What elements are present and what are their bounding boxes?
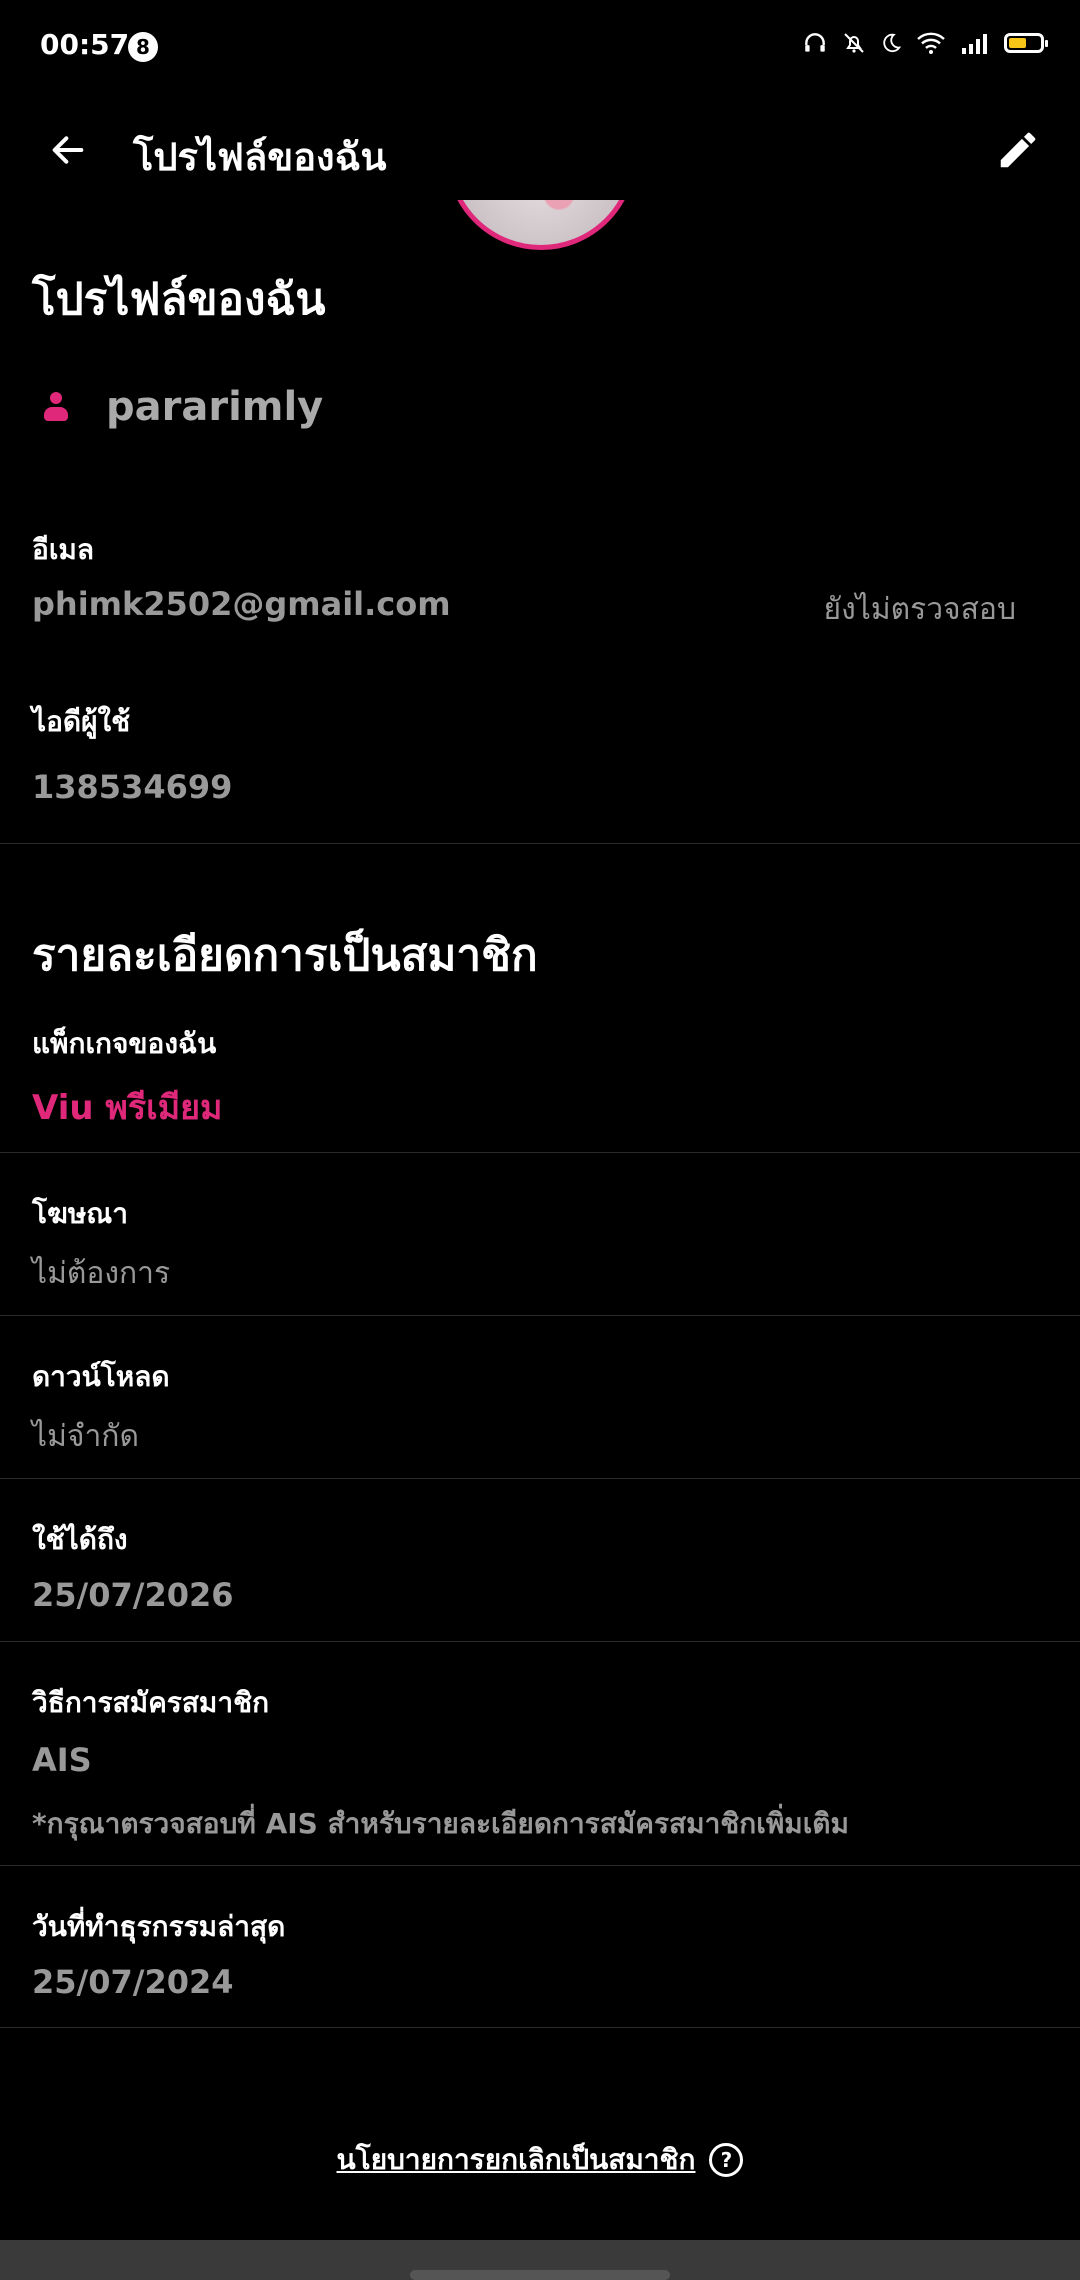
username-row: pararimly bbox=[32, 382, 323, 432]
cancel-policy-row: นโยบายการยกเลิกเป็นสมาชิก ? bbox=[0, 2138, 1080, 2182]
username: pararimly bbox=[106, 384, 324, 430]
user-id-label: ไอดีผู้ใช้ bbox=[32, 705, 131, 738]
download-value: ไม่จำกัด bbox=[32, 1419, 139, 1454]
status-icons bbox=[802, 30, 1048, 56]
download-label: ดาวน์โหลด bbox=[32, 1360, 170, 1393]
divider bbox=[0, 1315, 1080, 1316]
last-transaction-label: วันที่ทำธุรกรรมล่าสุด bbox=[32, 1910, 286, 1943]
divider bbox=[0, 1865, 1080, 1866]
user-id-value: 138534699 bbox=[32, 768, 233, 806]
home-indicator[interactable] bbox=[410, 2270, 670, 2280]
valid-until-value: 25/07/2026 bbox=[32, 1576, 234, 1614]
headphones-icon bbox=[805, 33, 825, 52]
cancel-policy-link[interactable]: นโยบายการยกเลิกเป็นสมาชิก bbox=[337, 2138, 696, 2182]
pencil-icon bbox=[1000, 132, 1036, 168]
page-title: โปรไฟล์ของฉัน bbox=[133, 135, 387, 179]
help-icon[interactable]: ? bbox=[709, 2143, 744, 2177]
edit-profile-button[interactable] bbox=[986, 118, 1050, 182]
avatar-container bbox=[446, 200, 632, 250]
back-button[interactable] bbox=[36, 118, 100, 182]
notification-count-badge: 8 bbox=[128, 32, 158, 62]
subscription-method-value: AIS bbox=[32, 1741, 92, 1779]
status-bar: 00:57 8 bbox=[0, 0, 1080, 96]
profile-section-title: โปรไฟล์ของฉัน bbox=[32, 274, 326, 325]
app-bar: โปรไฟล์ของฉัน bbox=[0, 96, 1080, 204]
subscription-method-label: วิธีการสมัครสมาชิก bbox=[32, 1686, 270, 1719]
last-transaction-value: 25/07/2024 bbox=[32, 1963, 234, 2001]
divider bbox=[0, 1478, 1080, 1479]
ads-label: โฆษณา bbox=[32, 1197, 128, 1230]
battery-fill bbox=[1009, 38, 1026, 48]
divider bbox=[0, 2027, 1080, 2028]
valid-until-label: ใช้ได้ถึง bbox=[32, 1523, 128, 1556]
wifi-icon bbox=[917, 32, 945, 54]
package-value: Viu พรีเมียม bbox=[32, 1088, 223, 1128]
signal-icon bbox=[962, 34, 987, 54]
bell-off-icon bbox=[844, 33, 864, 53]
package-label: แพ็กเกจของฉัน bbox=[32, 1027, 217, 1060]
moon-icon bbox=[883, 33, 902, 53]
email-label: อีเมล bbox=[32, 533, 95, 566]
arrow-left-icon bbox=[52, 136, 84, 164]
email-value: phimk2502@gmail.com bbox=[32, 585, 451, 623]
divider bbox=[0, 843, 1080, 844]
avatar[interactable] bbox=[446, 200, 632, 250]
user-icon bbox=[32, 382, 82, 432]
membership-section-title: รายละเอียดการเป็นสมาชิก bbox=[32, 930, 538, 981]
battery-icon bbox=[1004, 33, 1048, 53]
email-verification-status[interactable]: ยังไม่ตรวจสอบ bbox=[824, 586, 1016, 633]
divider bbox=[0, 1152, 1080, 1153]
divider bbox=[0, 1641, 1080, 1642]
ads-value: ไม่ต้องการ bbox=[32, 1256, 171, 1291]
status-time: 00:57 bbox=[40, 28, 130, 61]
subscription-method-note: *กรุณาตรวจสอบที่ AIS สำหรับรายละเอียดการ… bbox=[32, 1807, 849, 1840]
